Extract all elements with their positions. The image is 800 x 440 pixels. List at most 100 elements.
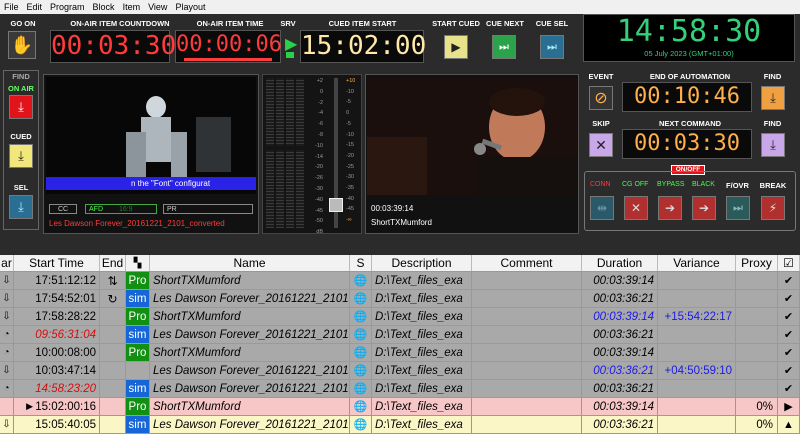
download-arrow-icon: ⤓ xyxy=(18,199,24,214)
table-row[interactable]: ◔ 14:58:23:20 sim Les Dawson Forever_201612… xyxy=(0,380,800,398)
row-check[interactable]: ✔ xyxy=(778,308,800,325)
preview-filename: Les Dawson Forever_20161221_2101_convert… xyxy=(49,219,225,228)
row-comment xyxy=(472,344,582,361)
row-comment xyxy=(472,362,582,379)
table-row[interactable]: ⇩ 15:05:40:05 sim Les Dawson Forever_201612… xyxy=(0,416,800,434)
col-proxy-header[interactable]: Proxy xyxy=(736,255,778,271)
row-name: Les Dawson Forever_20161221_2101 xyxy=(150,416,350,433)
col-end-header[interactable]: End xyxy=(100,255,126,271)
menu-playout[interactable]: Playout xyxy=(175,2,205,12)
cue-next-button[interactable]: ⏭ xyxy=(492,35,516,59)
table-row[interactable]: ◔ 09:56:31:04 sim Les Dawson Forever_201612… xyxy=(0,326,800,344)
row-start-time: ►15:02:00:16 xyxy=(14,398,100,415)
fovr-label: F/OVR xyxy=(726,181,749,190)
table-row[interactable]: ⇩ 10:03:47:14 Les Dawson Forever_20161221_… xyxy=(0,362,800,380)
lightning-icon: ⚡ xyxy=(768,201,778,215)
menu-program[interactable]: Program xyxy=(50,2,85,12)
menu-item[interactable]: Item xyxy=(123,2,141,12)
menu-file[interactable]: File xyxy=(4,2,19,12)
row-check[interactable]: ✔ xyxy=(778,290,800,307)
col-variance-header[interactable]: Variance xyxy=(658,255,736,271)
afd-value: 16:9 xyxy=(118,206,133,213)
row-proxy xyxy=(736,326,778,343)
col-s-header[interactable]: S xyxy=(350,255,372,271)
find-cued-button[interactable]: ⤓ xyxy=(9,144,33,168)
go-on-button[interactable]: ✋ xyxy=(8,31,36,59)
row-check[interactable]: ▶ xyxy=(778,398,800,415)
skip-button[interactable]: ✕ xyxy=(589,133,613,157)
row-start-time: 14:58:23:20 xyxy=(14,380,100,397)
scale-tick: -8 xyxy=(318,131,323,138)
col-name-header[interactable]: Name xyxy=(150,255,350,271)
table-row[interactable]: ►15:02:00:16 Pro ShortTXMumford 🌐 D:\Text_fi… xyxy=(0,398,800,416)
row-duration: 00:03:36:21 xyxy=(582,380,658,397)
col-description-header[interactable]: Description xyxy=(372,255,472,271)
bypass-button[interactable]: ➔ xyxy=(658,196,682,220)
start-cued-label: START CUED xyxy=(432,19,480,28)
cue-sel-button[interactable]: ⏭ xyxy=(540,35,564,59)
row-status-icon: ⇩ xyxy=(0,362,14,379)
row-description: D:\Text_files_exa xyxy=(372,326,472,343)
conn-button[interactable]: ⇹ xyxy=(590,196,614,220)
srv-label: SRV xyxy=(280,19,296,28)
row-proxy xyxy=(736,308,778,325)
table-row[interactable]: ⇩ 17:51:12:12 ⇅ Pro ShortTXMumford 🌐 D:\Text_f… xyxy=(0,272,800,290)
col-start-time-header[interactable]: Start Time xyxy=(14,255,100,271)
fader-track[interactable] xyxy=(329,78,343,228)
row-variance xyxy=(658,272,736,289)
download-arrow-icon: ⤓ xyxy=(18,99,24,114)
find-on-air-button[interactable]: ⤓ xyxy=(9,95,33,119)
right-find-label: FIND xyxy=(763,72,782,81)
clock-date: 05 July 2023 (GMT+01:00) xyxy=(644,49,734,58)
row-check[interactable]: ✔ xyxy=(778,326,800,343)
menu-block[interactable]: Block xyxy=(93,2,115,12)
fader-bottom-mark: -∞ xyxy=(346,217,352,224)
scale-tick: -6 xyxy=(318,121,323,128)
table-row[interactable]: ◔ 10:00:08:00 Pro ShortTXMumford 🌐 D:\Text_fi… xyxy=(0,344,800,362)
row-check[interactable]: ✔ xyxy=(778,362,800,379)
find-end-button[interactable]: ⤓ xyxy=(761,86,785,110)
table-row[interactable]: ⇩ 17:58:28:22 Pro ShortTXMumford 🌐 D:\Text_fi… xyxy=(0,308,800,326)
globe-icon: 🌐 xyxy=(350,362,372,379)
row-check[interactable]: ✔ xyxy=(778,380,800,397)
item-time-value: 00:00:06 xyxy=(176,32,282,57)
meter-bar-2 xyxy=(276,78,284,146)
col-check-header[interactable]: ☑ xyxy=(778,255,800,271)
find-sel-button[interactable]: ⤓ xyxy=(9,195,33,219)
row-name: Les Dawson Forever_20161221_2101 xyxy=(150,362,350,379)
start-cued-button[interactable]: ▶ xyxy=(444,35,468,59)
row-proxy xyxy=(736,380,778,397)
cued-preview-video: n the "Font" configurat xyxy=(46,77,256,194)
col-ar-header[interactable]: ar xyxy=(0,255,14,271)
row-name: ShortTXMumford xyxy=(150,308,350,325)
find-next-button[interactable]: ⤓ xyxy=(761,133,785,157)
row-check[interactable]: ▲ xyxy=(778,416,800,433)
singer-image xyxy=(367,77,577,195)
fader-tick: -10 xyxy=(346,131,354,138)
col-type-header[interactable]: ▚ xyxy=(126,255,150,271)
scale-tick: dB xyxy=(316,229,323,236)
row-check[interactable]: ✔ xyxy=(778,272,800,289)
left-find-label: FIND xyxy=(12,72,30,81)
scale-tick: -10 xyxy=(315,142,323,149)
table-row[interactable]: ⇩ 17:54:52:01 ↻ sim Les Dawson Forever_20161… xyxy=(0,290,800,308)
col-comment-header[interactable]: Comment xyxy=(472,255,582,271)
fovr-button[interactable]: ⏭ xyxy=(726,196,750,220)
menu-view[interactable]: View xyxy=(148,2,167,12)
row-comment xyxy=(472,326,582,343)
row-status-icon: ⇩ xyxy=(0,272,14,289)
cg-off-button[interactable]: ✕ xyxy=(624,196,648,220)
row-check[interactable]: ✔ xyxy=(778,344,800,361)
col-duration-header[interactable]: Duration xyxy=(582,255,658,271)
end-automation-display: 00:10:46 xyxy=(622,82,752,112)
scale-tick: -20 xyxy=(315,164,323,171)
event-button[interactable]: ⊘ xyxy=(589,86,613,110)
fader-knob[interactable] xyxy=(329,198,343,212)
fader-tick: -45 xyxy=(346,206,354,213)
row-proxy xyxy=(736,290,778,307)
black-button[interactable]: ➔ xyxy=(692,196,716,220)
row-variance xyxy=(658,398,736,415)
fader-tick: -5 xyxy=(346,120,351,127)
menu-edit[interactable]: Edit xyxy=(27,2,43,12)
break-button[interactable]: ⚡ xyxy=(761,196,785,220)
